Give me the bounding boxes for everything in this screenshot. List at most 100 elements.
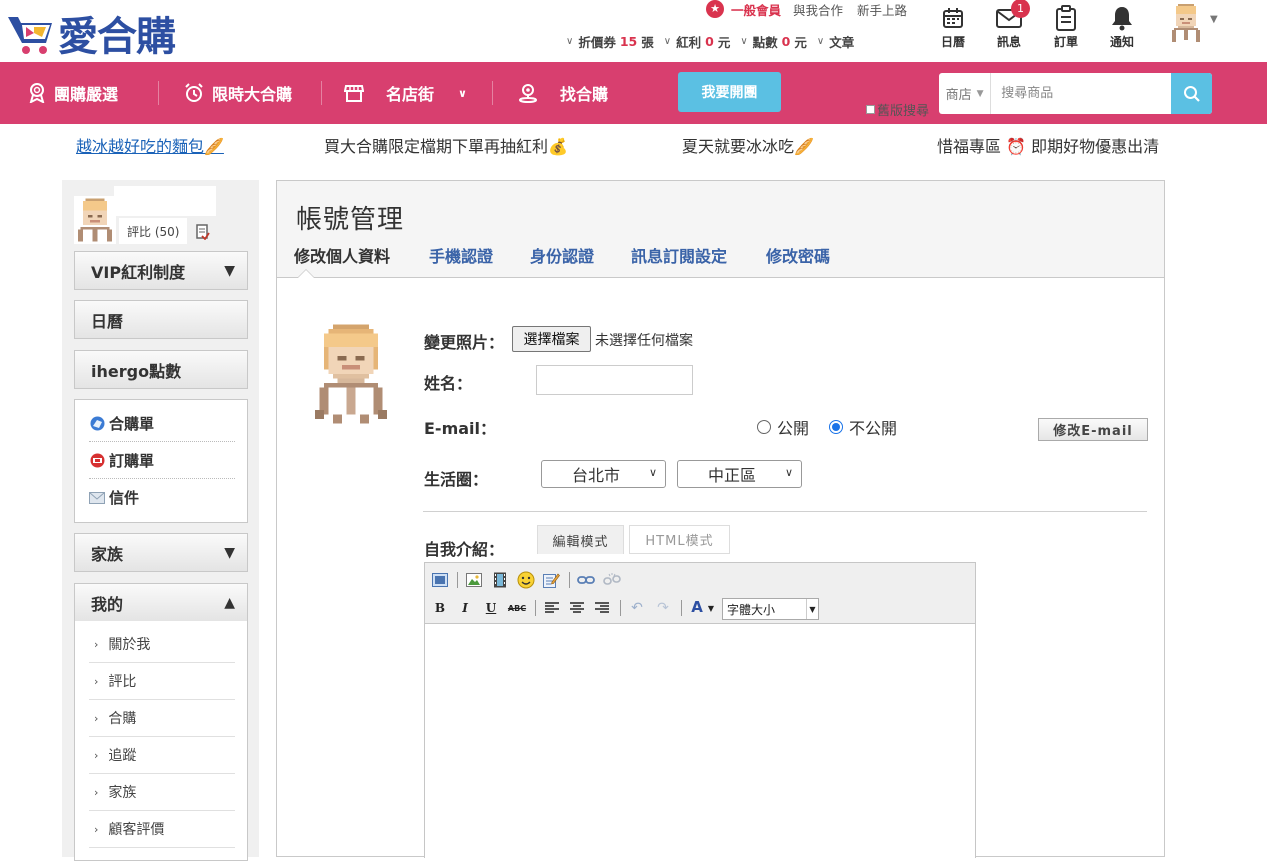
nav-find-groupbuy[interactable]: 找合購	[518, 62, 608, 124]
promo-link-bread[interactable]: 越冰越好吃的麵包🥖	[76, 133, 224, 157]
member-level[interactable]: ★ 一般會員	[706, 0, 781, 19]
sidebar-item-mail[interactable]: 信件	[89, 479, 235, 516]
vip-bonus-menu[interactable]: VIP紅利制度 ▼	[74, 251, 248, 290]
newbie-link[interactable]: 新手上路	[857, 0, 907, 19]
calendar-nav[interactable]: 日曆	[940, 3, 966, 50]
sidebar-item-about-me[interactable]: › 關於我	[89, 626, 235, 663]
storefront-icon	[344, 83, 364, 103]
insert-video-icon[interactable]	[490, 570, 510, 590]
sidebar-item-label: 信件	[109, 489, 140, 507]
unlink-icon[interactable]	[602, 570, 622, 590]
clipboard-icon	[1053, 3, 1079, 33]
source-view-icon[interactable]	[430, 570, 450, 590]
user-card: 評比 (50)	[74, 186, 236, 246]
promo-summer-ice[interactable]: 夏天就要冰冰吃🥖	[682, 133, 814, 157]
promo-bonus-draw[interactable]: 買大合購限定檔期下單再抽紅利💰	[324, 133, 568, 157]
bold-icon[interactable]: B	[430, 598, 450, 618]
old-search-toggle[interactable]: 舊版搜尋	[866, 100, 929, 119]
search-button[interactable]	[1171, 73, 1212, 114]
sidebar: 評比 (50) VIP紅利制度 ▼ 日曆 ihergo點數 合購單 訂購單 信件	[62, 180, 259, 861]
page-title: 帳號管理	[296, 205, 405, 235]
font-size-select[interactable]: 字體大小 ▼	[722, 598, 819, 620]
tab-change-password[interactable]: 修改密碼	[766, 243, 830, 267]
district-select[interactable]: 中正區 ∨	[677, 460, 802, 488]
account-stats: ∨ 折價券 15 張 ∨ 紅利 0 元 ∨ 點數 0 元 ∨ 文章	[566, 32, 864, 51]
emoticon-icon[interactable]	[516, 570, 536, 590]
site-logo[interactable]: 愛合購	[6, 4, 176, 62]
nav-limited-time[interactable]: 限時大合購	[184, 62, 292, 124]
bonus-stat[interactable]: ∨ 紅利 0 元	[664, 32, 731, 51]
rating-count[interactable]: 評比 (50)	[119, 218, 187, 244]
nav-famous-shops[interactable]: 名店街 ∨	[344, 62, 467, 124]
stat-label: 點數	[752, 35, 778, 50]
active-tab-pointer	[297, 269, 315, 278]
points-stat[interactable]: ∨ 點數 0 元	[740, 32, 807, 51]
align-right-icon[interactable]	[592, 598, 612, 618]
search-category-label: 商店	[945, 88, 972, 103]
sidebar-item-customer-reviews[interactable]: › 顧客評價	[89, 811, 235, 848]
cooperate-link[interactable]: 與我合作	[793, 0, 843, 19]
old-search-checkbox[interactable]	[866, 105, 875, 114]
triangle-down-icon: ▼	[224, 544, 235, 561]
sidebar-item-groupbuy-list[interactable]: 合購單	[89, 405, 235, 442]
coupon-stat[interactable]: ∨ 折價券 15 張	[566, 32, 654, 51]
promo-clearance[interactable]: 惜福專區 ⏰ 即期好物優惠出清	[937, 133, 1159, 157]
radio-private[interactable]	[829, 420, 844, 434]
undo-icon[interactable]: ↶	[627, 598, 647, 618]
toolbar-separator	[535, 600, 536, 616]
nav-label: 團購嚴選	[54, 85, 119, 104]
star-icon: ★	[706, 0, 724, 18]
username-area[interactable]	[114, 186, 216, 216]
sidebar-item-follows[interactable]: › 追蹤	[89, 737, 235, 774]
tab-identity-verify[interactable]: 身份認證	[530, 243, 594, 267]
font-color-icon[interactable]: A	[687, 597, 707, 617]
tab-edit-mode[interactable]: 編輯模式	[537, 525, 624, 554]
chevron-down-icon[interactable]: ∨	[458, 87, 467, 100]
points-label: ihergo點數	[91, 361, 182, 381]
choose-file-button[interactable]: 選擇檔案	[512, 326, 591, 352]
radio-public[interactable]	[757, 420, 771, 434]
calendar-menu[interactable]: 日曆	[74, 300, 248, 339]
editor-content-area[interactable]	[425, 625, 975, 859]
search-input[interactable]	[991, 73, 1172, 114]
redo-icon[interactable]: ↷	[653, 598, 673, 618]
user-avatar[interactable]	[74, 196, 116, 244]
strikethrough-icon[interactable]: ABC	[507, 598, 527, 618]
link-icon[interactable]	[576, 570, 596, 590]
tab-message-subscription[interactable]: 訊息訂閱設定	[631, 243, 727, 267]
sidebar-item-groupbuys[interactable]: › 合購	[89, 700, 235, 737]
edit-email-button[interactable]: 修改E-mail	[1038, 418, 1148, 441]
articles-stat[interactable]: ∨ 文章	[817, 32, 854, 51]
ihergo-points-menu[interactable]: ihergo點數	[74, 350, 248, 389]
tab-html-mode[interactable]: HTML模式	[629, 525, 730, 554]
italic-icon[interactable]: I	[455, 598, 475, 618]
city-select[interactable]: 台北市 ∨	[541, 460, 666, 488]
sidebar-item-family[interactable]: › 家族	[89, 774, 235, 811]
name-field[interactable]	[536, 365, 693, 395]
caret-down-icon[interactable]: ▼	[1210, 14, 1218, 25]
search-category-select[interactable]: 商店 ▼	[939, 73, 992, 114]
align-left-icon[interactable]	[542, 598, 562, 618]
nav-featured-groupbuy[interactable]: 團購嚴選	[28, 62, 118, 124]
underline-icon[interactable]: U	[481, 598, 501, 618]
sidebar-item-ratings[interactable]: › 評比	[89, 663, 235, 700]
mine-menu[interactable]: 我的 ▲	[74, 583, 248, 622]
sidebar-item-order-list[interactable]: 訂購單	[89, 442, 235, 479]
tab-edit-profile[interactable]: 修改個人資料	[294, 243, 390, 267]
user-avatar[interactable]	[1170, 4, 1202, 44]
orders-nav[interactable]: 訂單	[1053, 3, 1079, 50]
private-label: 不公開	[849, 419, 898, 438]
open-groupbuy-button[interactable]: 我要開團	[678, 72, 781, 112]
edit-note-icon[interactable]	[541, 570, 561, 590]
toolbar-separator	[681, 600, 682, 616]
rating-doc-icon[interactable]	[196, 224, 210, 240]
tab-phone-verify[interactable]: 手機認證	[429, 243, 493, 267]
red-badge-icon	[89, 452, 105, 468]
insert-image-icon[interactable]	[464, 570, 484, 590]
family-menu[interactable]: 家族 ▼	[74, 533, 248, 572]
notifications-nav[interactable]: 通知	[1109, 3, 1135, 50]
align-center-icon[interactable]	[567, 598, 587, 618]
font-size-label: 字體大小	[727, 602, 776, 617]
messages-nav[interactable]: 1 訊息	[996, 0, 1030, 50]
caret-down-icon[interactable]: ▼	[705, 598, 717, 618]
